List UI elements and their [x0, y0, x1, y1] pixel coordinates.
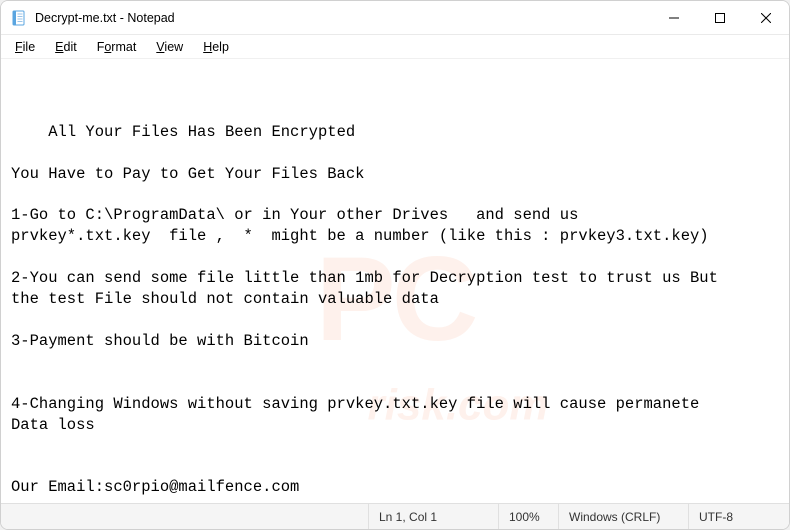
close-icon	[761, 13, 771, 23]
menu-file[interactable]: File	[5, 38, 45, 56]
menu-format[interactable]: Format	[87, 38, 147, 56]
status-position: Ln 1, Col 1	[369, 504, 499, 529]
text-editor[interactable]: PC risk.com All Your Files Has Been Encr…	[1, 59, 789, 503]
statusbar: Ln 1, Col 1 100% Windows (CRLF) UTF-8	[1, 503, 789, 529]
menubar: File Edit Format View Help	[1, 35, 789, 59]
window-title: Decrypt-me.txt - Notepad	[35, 11, 175, 25]
maximize-icon	[715, 13, 725, 23]
status-zoom: 100%	[499, 504, 559, 529]
notepad-icon	[11, 10, 27, 26]
status-encoding: UTF-8	[689, 504, 789, 529]
minimize-button[interactable]	[651, 1, 697, 34]
status-line-ending: Windows (CRLF)	[559, 504, 689, 529]
menu-edit[interactable]: Edit	[45, 38, 87, 56]
maximize-button[interactable]	[697, 1, 743, 34]
notepad-window: Decrypt-me.txt - Notepad File Edit Forma…	[0, 0, 790, 530]
titlebar-left: Decrypt-me.txt - Notepad	[1, 10, 651, 26]
window-controls	[651, 1, 789, 34]
status-spacer	[1, 504, 369, 529]
minimize-icon	[669, 13, 679, 23]
titlebar: Decrypt-me.txt - Notepad	[1, 1, 789, 35]
menu-help[interactable]: Help	[193, 38, 239, 56]
document-text: All Your Files Has Been Encrypted You Ha…	[11, 123, 718, 503]
menu-view[interactable]: View	[146, 38, 193, 56]
close-button[interactable]	[743, 1, 789, 34]
